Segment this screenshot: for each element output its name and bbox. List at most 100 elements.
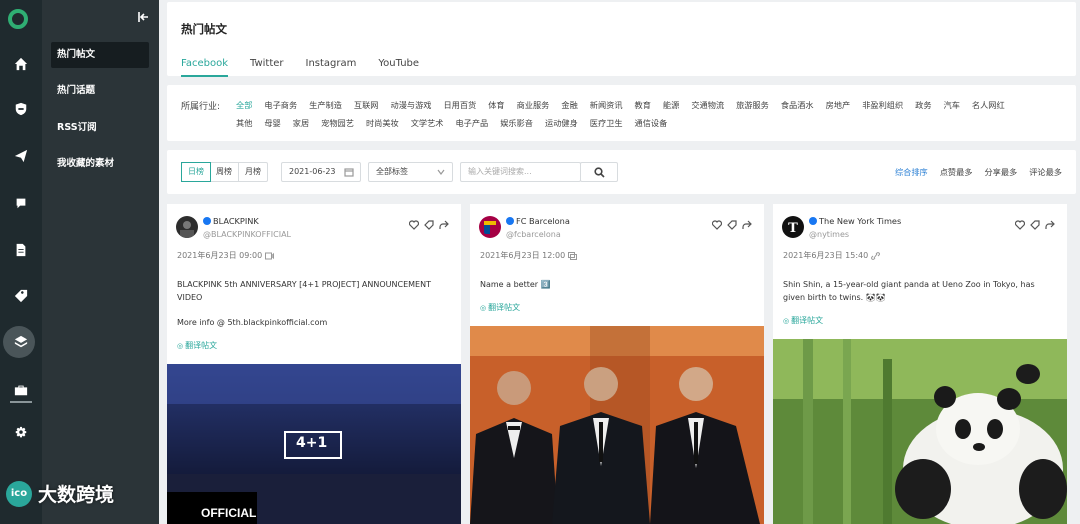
post-media[interactable]: [470, 326, 764, 524]
industry-category[interactable]: 新闻资讯: [590, 96, 623, 114]
account-name[interactable]: The New York Times: [819, 216, 901, 226]
industry-category[interactable]: 电子商务: [264, 96, 297, 114]
industry-category[interactable]: 母婴: [264, 114, 280, 132]
industry-category[interactable]: 食品酒水: [781, 96, 814, 114]
heart-icon[interactable]: [1015, 220, 1025, 230]
tag-select[interactable]: 全部标签: [368, 162, 453, 182]
translate-link[interactable]: 翻译帖文: [177, 340, 217, 351]
video-icon: [265, 252, 275, 259]
industry-category[interactable]: 日用百货: [443, 96, 476, 114]
post-card[interactable]: FC Barcelona @fcbarcelona 2021年6月23日 12:…: [470, 204, 764, 524]
period-weekly[interactable]: 周榜: [210, 163, 239, 181]
heart-icon[interactable]: [712, 220, 722, 230]
industry-category[interactable]: 其他: [236, 114, 252, 132]
tab-twitter[interactable]: Twitter: [250, 58, 284, 77]
search-input[interactable]: 输入关键词搜索...: [460, 162, 581, 182]
industry-category[interactable]: 全部: [236, 96, 252, 114]
industry-category[interactable]: 生产制造: [309, 96, 342, 114]
industry-category[interactable]: 互联网: [354, 96, 379, 114]
post-text-line: More info @ 5th.blackpinkofficial.com: [177, 318, 328, 327]
industry-category[interactable]: 教育: [635, 96, 651, 114]
post-time-text: 2021年6月23日 15:40: [783, 251, 869, 260]
platform-tabs: Facebook Twitter Instagram YouTube: [181, 58, 419, 77]
translate-link[interactable]: 翻译帖文: [480, 302, 520, 313]
home-icon[interactable]: [11, 54, 31, 74]
post-text: Shin Shin, a 15-year-old giant panda at …: [783, 280, 1035, 302]
media-overlay-text: 4+1: [296, 435, 328, 451]
post-time: 2021年6月23日 15:40: [783, 250, 881, 261]
date-picker[interactable]: 2021-06-23: [281, 162, 361, 182]
toolbox-icon[interactable]: [11, 380, 31, 400]
post-card[interactable]: T The New York Times @nytimes 2021年6月23日…: [773, 204, 1067, 524]
industry-label: 所属行业:: [181, 102, 221, 112]
share-icon[interactable]: [1045, 220, 1055, 230]
industry-category[interactable]: 娱乐影音: [500, 114, 533, 132]
share-icon[interactable]: [439, 220, 449, 230]
post-media[interactable]: [773, 339, 1067, 524]
industry-category[interactable]: 电子产品: [455, 114, 488, 132]
industry-category[interactable]: 宠物园艺: [321, 114, 354, 132]
sort-comments[interactable]: 评论最多: [1029, 166, 1062, 178]
tag-icon[interactable]: [11, 286, 31, 306]
calendar-icon: [344, 168, 354, 177]
document-icon[interactable]: [11, 240, 31, 260]
heart-icon[interactable]: [409, 220, 419, 230]
sort-overall[interactable]: 综合排序: [895, 166, 928, 178]
logo-icon[interactable]: [8, 9, 28, 29]
tab-facebook[interactable]: Facebook: [181, 58, 228, 77]
page-title: 热门帖文: [181, 22, 227, 36]
tab-instagram[interactable]: Instagram: [306, 58, 357, 77]
menu-item-hot-topics[interactable]: 热门话题: [51, 78, 149, 104]
shield-icon[interactable]: [11, 99, 31, 119]
industry-category[interactable]: 体育: [488, 96, 504, 114]
menu-item-hot-posts[interactable]: 热门帖文: [51, 42, 149, 68]
chevron-down-icon: [437, 169, 445, 175]
watermark-logo: ico: [6, 480, 32, 507]
tag-select-value: 全部标签: [376, 167, 408, 176]
send-icon[interactable]: [11, 146, 31, 166]
link-icon: [871, 251, 881, 260]
account-name[interactable]: FC Barcelona: [516, 216, 570, 226]
header-panel: 热门帖文 Facebook Twitter Instagram YouTube: [167, 2, 1076, 77]
post-media[interactable]: 4+1 OFFICIAL: [167, 364, 461, 524]
svg-text:T: T: [788, 221, 798, 236]
gear-icon[interactable]: [11, 423, 31, 443]
tag-icon[interactable]: [424, 220, 434, 230]
industry-category[interactable]: 文学艺术: [411, 114, 444, 132]
industry-category[interactable]: 运动健身: [545, 114, 578, 132]
post-card[interactable]: BLACKPINK @BLACKPINKOFFICIAL 2021年6月23日 …: [167, 204, 461, 524]
menu-item-favorites[interactable]: 我收藏的素材: [51, 151, 149, 177]
industry-category[interactable]: 动漫与游戏: [391, 96, 432, 114]
collapse-icon[interactable]: [137, 8, 149, 22]
sort-likes[interactable]: 点赞最多: [940, 166, 973, 178]
tab-youtube[interactable]: YouTube: [378, 58, 419, 77]
industry-category[interactable]: 时尚美妆: [366, 114, 399, 132]
industry-category[interactable]: 名人网红: [972, 96, 1005, 114]
tag-icon[interactable]: [1030, 220, 1040, 230]
share-icon[interactable]: [742, 220, 752, 230]
translate-link[interactable]: 翻译帖文: [783, 315, 823, 326]
search-button[interactable]: [580, 162, 618, 182]
layers-icon[interactable]: [11, 332, 31, 352]
industry-category[interactable]: 商业服务: [517, 96, 550, 114]
industry-category[interactable]: 家居: [293, 114, 309, 132]
sort-shares[interactable]: 分享最多: [984, 166, 1017, 178]
account-name[interactable]: BLACKPINK: [213, 216, 259, 226]
period-daily[interactable]: 日榜: [181, 162, 211, 182]
tag-icon[interactable]: [727, 220, 737, 230]
watermark: ico 大数跨境: [6, 480, 114, 507]
industry-category[interactable]: 金融: [561, 96, 577, 114]
industry-category[interactable]: 房地产: [826, 96, 851, 114]
search-icon: [594, 167, 605, 178]
industry-category[interactable]: 旅游服务: [736, 96, 769, 114]
period-monthly[interactable]: 月榜: [239, 163, 267, 181]
industry-category[interactable]: 非盈利组织: [862, 96, 903, 114]
industry-category[interactable]: 通信设备: [635, 114, 668, 132]
menu-item-rss[interactable]: RSS订阅: [51, 115, 149, 141]
industry-category[interactable]: 政务: [915, 96, 931, 114]
chat-icon[interactable]: [11, 193, 31, 213]
industry-category[interactable]: 能源: [663, 96, 679, 114]
industry-category[interactable]: 汽车: [944, 96, 960, 114]
industry-category[interactable]: 医疗卫生: [590, 114, 623, 132]
industry-category[interactable]: 交通物流: [691, 96, 724, 114]
